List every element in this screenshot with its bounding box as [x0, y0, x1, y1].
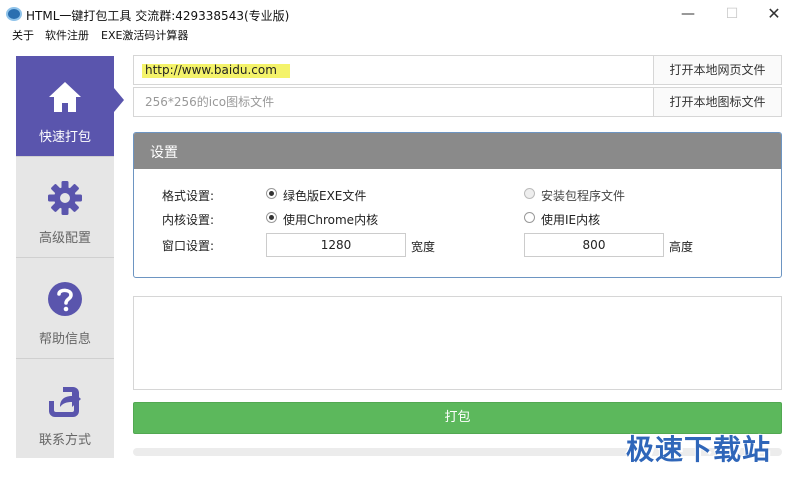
active-tab-indicator [114, 88, 124, 112]
kernel-label: 内核设置: [162, 213, 215, 227]
menu-bar: 关于 软件注册 EXE激活码计算器 [0, 28, 800, 46]
format-installer-radio[interactable] [524, 188, 535, 199]
menu-item-exe-keygen[interactable]: EXE激活码计算器 [101, 28, 188, 44]
gear-icon [48, 181, 82, 215]
settings-panel: 设置 格式设置: 绿色版EXE文件 安装包程序文件 内核设置: 使用Chrome… [133, 132, 782, 278]
format-label: 格式设置: [162, 189, 215, 203]
open-local-webpage-button[interactable]: 打开本地网页文件 [653, 56, 781, 84]
open-local-icon-button[interactable]: 打开本地图标文件 [653, 88, 781, 116]
kernel-chrome-label[interactable]: 使用Chrome内核 [283, 211, 378, 228]
icon-input-row: 打开本地图标文件 [133, 87, 782, 117]
format-green-label[interactable]: 绿色版EXE文件 [283, 187, 366, 204]
kernel-chrome-radio[interactable] [266, 212, 277, 223]
sidebar-item-label: 帮助信息 [38, 332, 91, 347]
sidebar-item-advanced[interactable]: 高级配置 [16, 157, 114, 257]
icon-file-input[interactable] [134, 88, 654, 116]
height-unit-label: 高度 [669, 240, 694, 254]
kernel-ie-label[interactable]: 使用IE内核 [541, 211, 600, 228]
settings-title: 设置 [150, 145, 178, 161]
menu-item-register[interactable]: 软件注册 [45, 28, 89, 44]
window-width-input[interactable]: 1280 [266, 233, 406, 257]
menu-item-about[interactable]: 关于 [12, 28, 34, 44]
sidebar-item-label: 联系方式 [38, 433, 91, 448]
window-height-input[interactable]: 800 [524, 233, 664, 257]
width-unit-label: 宽度 [411, 240, 436, 254]
format-green-radio[interactable] [266, 188, 277, 199]
title-bar: HTML一键打包工具 交流群:429338543(专业版) — ☐ ✕ [0, 0, 800, 28]
app-logo-icon [6, 7, 22, 21]
settings-header: 设置 [134, 133, 781, 169]
watermark-text: 极速下载站 [626, 433, 772, 466]
log-output-area[interactable] [133, 296, 782, 390]
maximize-button[interactable]: ☐ [712, 3, 752, 25]
sidebar-item-quick-pack[interactable]: 快速打包 [16, 56, 114, 156]
window-size-label: 窗口设置: [162, 239, 215, 253]
url-input[interactable] [134, 56, 654, 84]
close-button[interactable]: ✕ [754, 3, 794, 25]
sidebar-item-contact[interactable]: 联系方式 [16, 359, 114, 459]
kernel-ie-radio[interactable] [524, 212, 535, 223]
sidebar-item-label: 快速打包 [38, 130, 91, 145]
sidebar-item-label: 高级配置 [38, 231, 91, 246]
format-installer-label[interactable]: 安装包程序文件 [541, 187, 625, 204]
sidebar-item-help[interactable]: 帮助信息 [16, 258, 114, 358]
minimize-button[interactable]: — [668, 3, 708, 25]
window-title: HTML一键打包工具 交流群:429338543(专业版) [26, 9, 290, 23]
main-area: 快速打包 高级配置 帮助信息 联系方式 http://www.baidu.com… [0, 46, 800, 478]
sidebar: 快速打包 高级配置 帮助信息 联系方式 [16, 56, 114, 458]
help-icon [48, 282, 82, 316]
home-icon [49, 82, 81, 112]
url-input-row: 打开本地网页文件 [133, 55, 782, 85]
share-icon [49, 387, 81, 417]
